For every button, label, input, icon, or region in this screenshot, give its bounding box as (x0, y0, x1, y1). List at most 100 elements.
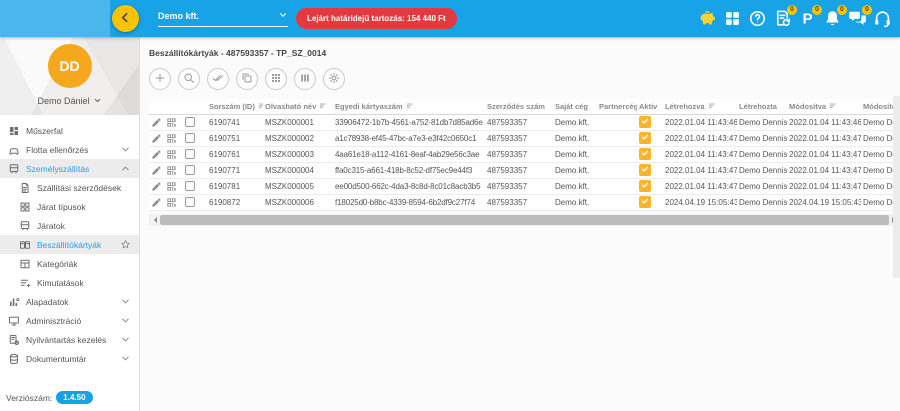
cell-id: 6190741 (207, 114, 263, 130)
edit-row-button[interactable] (151, 165, 162, 176)
column-header-modified_at[interactable]: Módosítva (787, 99, 861, 114)
add-button[interactable] (149, 68, 171, 90)
overdue-debt-alert[interactable]: Lejárt határidejű tartozás: 154 440 Ft (296, 8, 457, 29)
top-bar: Demo kft. Lejárt határidejű tartozás: 15… (0, 0, 900, 37)
row-checkbox[interactable] (185, 149, 195, 159)
sidebar-item-flotta-ellenorzes[interactable]: Flotta ellenőrzés (0, 140, 139, 159)
sidebar-item-szemelyszallitas[interactable]: Személyszállítás (0, 159, 139, 178)
duplicate-icon (241, 72, 253, 87)
column-header-contract_number[interactable]: Szerződés szám (485, 99, 553, 114)
column-header-own_company[interactable]: Saját cég (553, 99, 597, 114)
scrollbar-thumb[interactable] (160, 215, 889, 225)
columns-button[interactable] (294, 68, 316, 90)
column-header-created_by[interactable]: Létrehozta (737, 99, 787, 114)
row-checkbox[interactable] (185, 117, 195, 127)
qr-code-button[interactable] (166, 165, 177, 176)
sort-icon[interactable] (829, 102, 837, 110)
vertical-scrollbar[interactable] (893, 96, 900, 278)
sidebar-item-jaratok[interactable]: Járatok (0, 216, 139, 235)
active-checkbox-checked[interactable] (639, 164, 651, 176)
back-button[interactable] (112, 5, 139, 32)
column-header-created_at[interactable]: Létrehozva (663, 99, 737, 114)
active-checkbox-checked[interactable] (639, 132, 651, 144)
company-selector[interactable]: Demo kft. (158, 10, 288, 27)
notification-badge: 0 (812, 5, 822, 15)
sidebar-item-alapadatok[interactable]: Alapadatok (0, 292, 139, 311)
document-sync-icon[interactable]: 0 (773, 9, 792, 28)
support-headset-icon[interactable] (873, 9, 892, 28)
sort-icon[interactable] (319, 102, 327, 110)
scroll-left-arrow[interactable] (151, 217, 157, 223)
cell-active (637, 178, 663, 194)
column-header-readable_name[interactable]: Olvasható név (263, 99, 333, 114)
settings-icon (328, 72, 340, 87)
check-icon (641, 181, 649, 191)
column-header-active[interactable]: Aktív (637, 99, 663, 114)
user-menu[interactable]: Demo Dániel (37, 96, 101, 107)
edit-row-button[interactable] (151, 117, 162, 128)
sidebar-item-label: Járat típusok (37, 202, 86, 212)
favorite-star-icon[interactable] (120, 239, 131, 250)
edit-row-button[interactable] (151, 149, 162, 160)
cell-id: 6190781 (207, 178, 263, 194)
edit-row-button[interactable] (151, 197, 162, 208)
piggy-bank-icon[interactable] (698, 9, 717, 28)
qr-code-icon (166, 165, 177, 176)
row-checkbox[interactable] (185, 181, 195, 191)
multi-select-button[interactable] (207, 68, 229, 90)
duplicate-button[interactable] (236, 68, 258, 90)
messages-icon[interactable]: 0 (848, 9, 867, 28)
sidebar-item-kategoriak[interactable]: Kategóriák (0, 254, 139, 273)
active-checkbox-checked[interactable] (639, 148, 651, 160)
cell-partner_company (597, 194, 637, 210)
active-checkbox-checked[interactable] (639, 116, 651, 128)
parking-icon[interactable]: P0 (798, 9, 817, 28)
search-icon (183, 72, 195, 87)
cell-partner_company (597, 146, 637, 162)
qr-code-button[interactable] (166, 117, 177, 128)
sidebar-item-label: Szállítási szerződések (37, 183, 121, 193)
row-checkbox[interactable] (185, 133, 195, 143)
qr-code-button[interactable] (166, 181, 177, 192)
version-label: Verziószám: (6, 393, 52, 403)
edit-row-button[interactable] (151, 133, 162, 144)
grid-view-button[interactable] (265, 68, 287, 90)
sidebar-item-label: Adminisztráció (26, 316, 81, 326)
column-header-card_number[interactable]: Egyedi kártyaszám (333, 99, 485, 114)
notifications-bell-icon[interactable]: 0 (823, 9, 842, 28)
settings-button[interactable] (323, 68, 345, 90)
sort-icon[interactable] (406, 102, 414, 110)
cell-id: 6190771 (207, 162, 263, 178)
car-icon (8, 144, 20, 156)
active-checkbox-checked[interactable] (639, 196, 651, 208)
sidebar-item-adminisztracio[interactable]: Adminisztráció (0, 311, 139, 330)
help-icon[interactable] (748, 9, 767, 28)
sidebar-item-muszerfal[interactable]: Műszerfal (0, 121, 139, 140)
qr-code-button[interactable] (166, 133, 177, 144)
sidebar-item-label: Beszállítókártyák (37, 240, 101, 250)
apps-grid-icon[interactable] (723, 9, 742, 28)
sidebar-item-kimutatasok[interactable]: Kimutatások (0, 273, 139, 292)
row-checkbox[interactable] (185, 197, 195, 207)
column-header-partner_company[interactable]: Partnercég (597, 99, 637, 114)
cell-select (183, 194, 207, 210)
sort-icon[interactable] (708, 102, 716, 110)
qr-code-button[interactable] (166, 149, 177, 160)
sidebar-item-dokumentumtar[interactable]: Dokumentumtár (0, 349, 139, 368)
sidebar-item-nyilvantartas-kezeles[interactable]: Nyilvántartás kezelés (0, 330, 139, 349)
search-button[interactable] (178, 68, 200, 90)
sidebar-item-beszallitokartyak[interactable]: Beszállítókártyák (0, 235, 139, 254)
table-row: 6190751MSZK000002a1c78938-ef45-47bc-a7e3… (149, 130, 900, 146)
active-checkbox-checked[interactable] (639, 180, 651, 192)
horizontal-scrollbar[interactable] (149, 214, 900, 226)
row-checkbox[interactable] (185, 165, 195, 175)
sidebar-item-szallitasi-szerzodesek[interactable]: Szállítási szerződések (0, 178, 139, 197)
column-header-id[interactable]: Sorszám (ID) (207, 99, 263, 114)
sidebar-item-label: Járatok (37, 221, 65, 231)
qr-code-button[interactable] (166, 197, 177, 208)
cell-created_by: Demo Dennis (737, 178, 787, 194)
edit-row-button[interactable] (151, 181, 162, 192)
sort-icon[interactable] (258, 102, 263, 110)
pencil-icon (151, 197, 162, 208)
sidebar-item-jarat-tipusok[interactable]: Járat típusok (0, 197, 139, 216)
